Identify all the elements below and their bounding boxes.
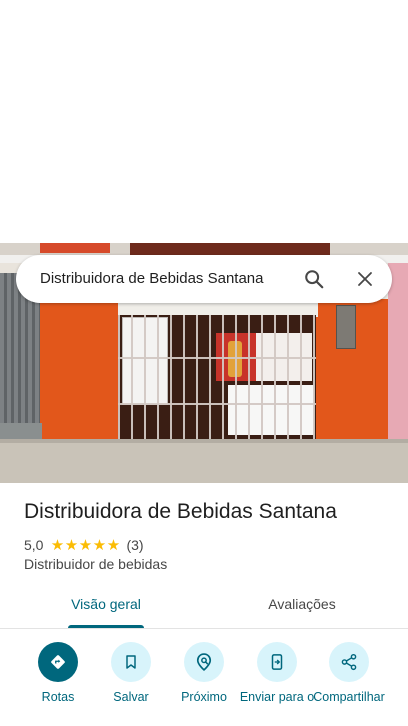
search-bar[interactable]: Distribuidora de Bebidas Santana bbox=[16, 255, 392, 303]
tab-bar: Visão geral Avaliações bbox=[0, 588, 408, 629]
search-icon bbox=[305, 270, 324, 289]
share-label: Compartilhar bbox=[313, 690, 385, 704]
tab-overview[interactable]: Visão geral bbox=[56, 588, 156, 628]
photo-red-sign bbox=[40, 243, 110, 253]
photo-right-column bbox=[388, 263, 408, 453]
share-button[interactable]: Compartilhar bbox=[310, 642, 388, 704]
send-to-phone-button[interactable]: Enviar para o bbox=[238, 642, 316, 704]
tab-reviews[interactable]: Avaliações bbox=[248, 588, 356, 628]
photo-gate-bars bbox=[118, 315, 316, 449]
place-category: Distribuidor de bebidas bbox=[24, 556, 168, 572]
save-button[interactable]: Salvar bbox=[92, 642, 170, 704]
directions-circle bbox=[38, 642, 78, 682]
tab-selected-indicator bbox=[68, 625, 144, 628]
tab-overview-label: Visão geral bbox=[71, 596, 141, 612]
search-input[interactable]: Distribuidora de Bebidas Santana bbox=[40, 255, 263, 303]
nearby-button[interactable]: Próximo bbox=[165, 642, 243, 704]
tab-reviews-label: Avaliações bbox=[268, 596, 336, 612]
star-icon: ★ bbox=[92, 536, 107, 554]
bookmark-icon bbox=[126, 655, 136, 669]
star-icon: ★ bbox=[78, 536, 93, 554]
nearby-label: Próximo bbox=[181, 690, 227, 704]
nearby-circle bbox=[184, 642, 224, 682]
photo-ground bbox=[0, 443, 408, 483]
review-count[interactable]: (3) bbox=[126, 537, 143, 553]
share-circle bbox=[329, 642, 369, 682]
save-label: Salvar bbox=[113, 690, 149, 704]
photo-roof bbox=[130, 243, 330, 255]
share-icon bbox=[341, 653, 357, 671]
send-to-phone-icon bbox=[271, 654, 283, 670]
star-icon: ★ bbox=[50, 536, 65, 554]
rating-value: 5,0 bbox=[24, 537, 44, 553]
send-to-phone-circle bbox=[257, 642, 297, 682]
search-button[interactable] bbox=[300, 265, 328, 293]
send-to-phone-label: Enviar para o bbox=[239, 690, 315, 704]
nearby-icon bbox=[196, 653, 212, 672]
place-title: Distribuidora de Bebidas Santana bbox=[24, 500, 337, 523]
close-icon bbox=[358, 272, 372, 286]
rating-row[interactable]: 5,0 ★ ★ ★ ★ ★ (3) bbox=[24, 536, 144, 554]
map-area bbox=[0, 0, 408, 243]
star-icon: ★ bbox=[64, 536, 79, 554]
directions-icon bbox=[51, 655, 65, 669]
save-circle bbox=[111, 642, 151, 682]
star-icon: ★ bbox=[106, 536, 121, 554]
directions-button[interactable]: Rotas bbox=[19, 642, 97, 704]
photo-meter-box bbox=[336, 305, 356, 349]
directions-label: Rotas bbox=[41, 690, 75, 704]
rating-stars: ★ ★ ★ ★ ★ bbox=[50, 538, 120, 553]
close-button[interactable] bbox=[351, 265, 379, 293]
